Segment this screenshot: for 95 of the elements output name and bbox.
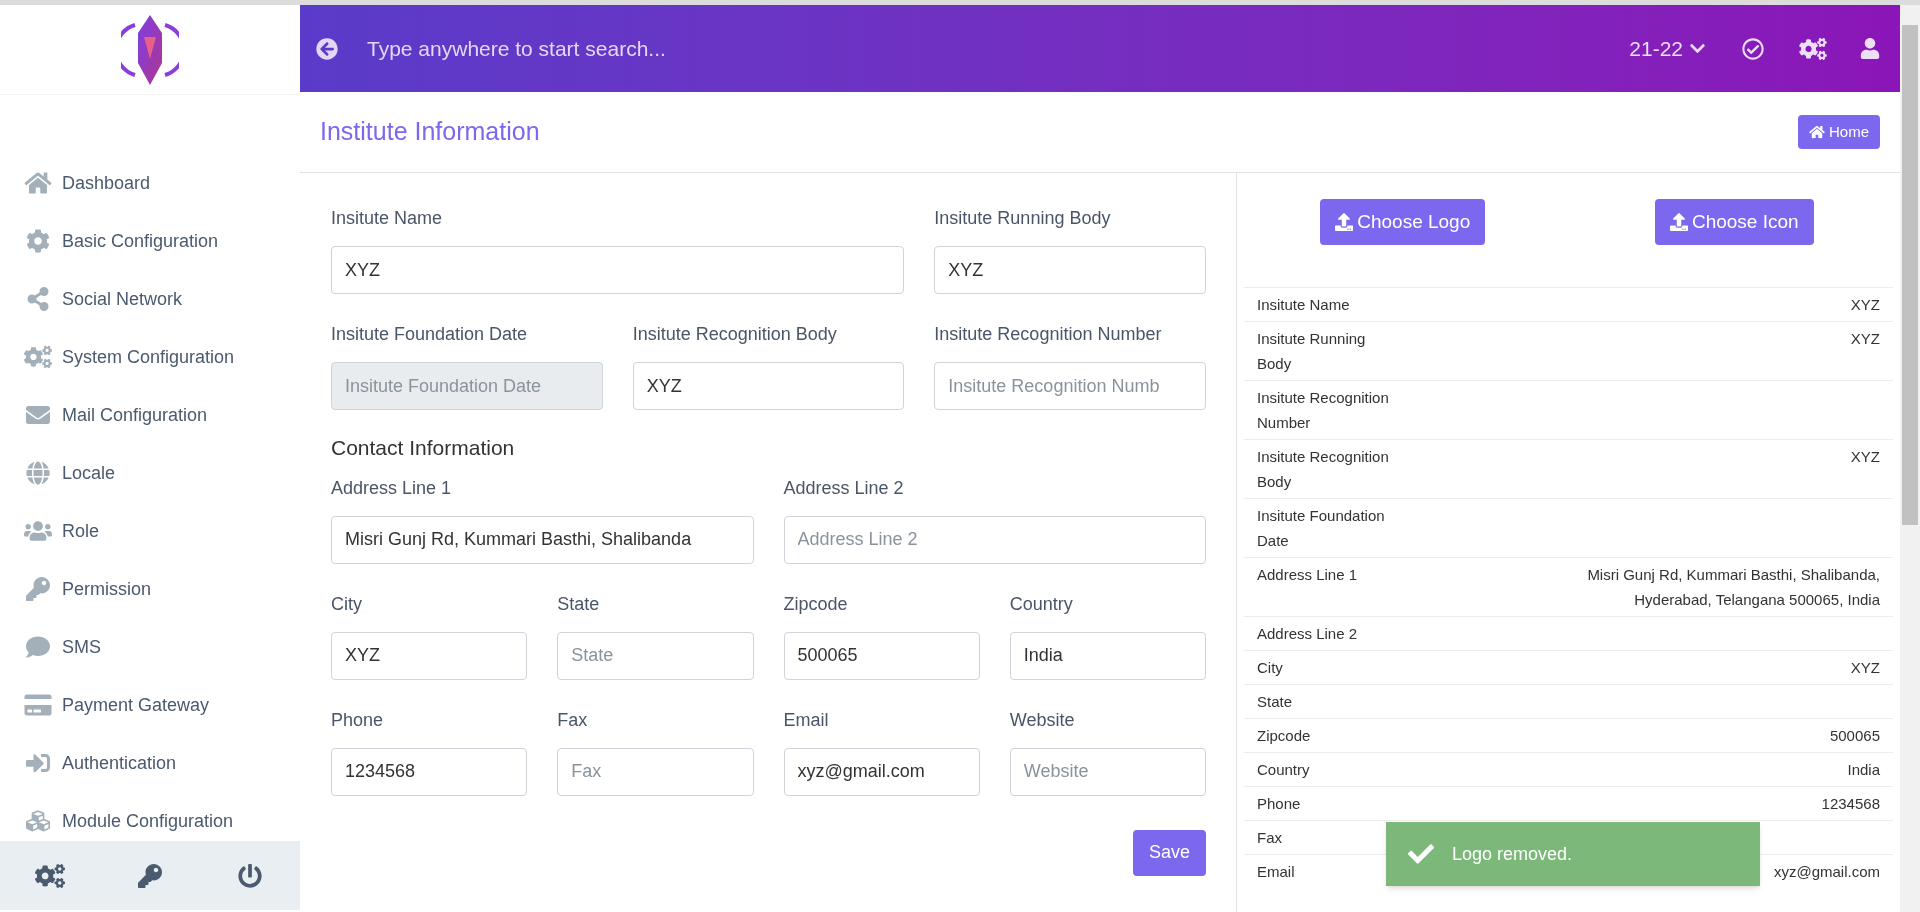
summary-label: Address Line 2 [1257,624,1359,644]
back-icon[interactable] [316,37,338,60]
save-button[interactable]: Save [1132,829,1206,876]
sidebar-item[interactable]: System Configuration [0,328,300,386]
summary-label: Fax [1257,828,1283,848]
field-label: Website [1009,708,1076,732]
input-field[interactable]: XYZ [632,362,905,410]
field-label: City [331,592,363,616]
user-icon[interactable] [1860,38,1880,59]
input-field[interactable]: India [1009,631,1206,680]
key-icon [24,577,52,601]
summary-label: City [1257,658,1284,678]
summary-label: Phone [1257,794,1302,814]
field-label: Address Line 1 [331,476,453,500]
summary-value: xyz@gmail.com [1773,862,1880,882]
search-field[interactable]: Type anywhere to start search... [367,32,1067,65]
input-field[interactable]: Insitute Recognition Numb [934,362,1206,410]
gear-icon [24,229,52,253]
summary-value: 500065 [1829,726,1880,746]
users-icon [24,519,52,543]
sign-in-icon [24,751,52,775]
field-label: Insitute Foundation Date [331,323,529,346]
home-icon [1809,125,1825,139]
settings-icon[interactable] [1799,37,1827,60]
sidebar-item[interactable]: Permission [0,560,300,618]
field-label: Insitute Name [331,207,444,230]
sidebar-item[interactable]: Locale [0,444,300,502]
summary-value: XYZ [1850,658,1880,678]
sidebar-item[interactable]: Authentication [0,734,300,792]
summary-value: XYZ [1850,295,1880,315]
input-field[interactable]: Fax [557,747,754,796]
input-field[interactable]: State [557,631,754,680]
sidebar-item[interactable]: Role [0,502,300,560]
upload-icon [1669,213,1688,231]
field-label: Address Line 2 [783,476,905,500]
input-field[interactable]: XYZ [331,246,905,294]
field-label: Zipcode [783,592,849,616]
globe-icon [24,461,52,485]
field-label: Fax [557,708,589,732]
settings-icon[interactable] [35,862,65,889]
input-field[interactable]: Misri Gunj Rd, Kummari Basthi, Shalibanda [331,515,754,564]
sidebar-item[interactable]: Module Configuration [0,792,300,841]
input-field[interactable]: XYZ [331,631,528,680]
upload-icon [1335,213,1354,231]
credit-card-icon [24,693,52,717]
summary-value: XYZ [1850,329,1880,349]
input-field[interactable]: 1234568 [331,747,528,796]
summary-label: Insitute Recognition Number [1257,388,1390,433]
home-button[interactable]: Home [1798,115,1880,149]
summary-label: Country [1257,760,1311,780]
summary-label: Insitute Name [1257,295,1351,315]
summary-label: Address Line 1 [1257,565,1359,585]
field-label: Insitute Running Body [934,207,1112,230]
check-icon [1406,841,1436,867]
cubes-icon [24,809,52,833]
upload-button[interactable]: Choose Icon [1654,199,1814,245]
scrollbar[interactable] [1900,5,1920,912]
input-field[interactable]: Address Line 2 [783,515,1206,564]
section-heading: Contact Information [331,435,516,461]
field-label: Email [783,708,830,732]
summary-value: XYZ [1850,447,1880,467]
summary-value: Misri Gunj Rd, Kummari Basthi, Shalibanda, Hyderabad, Telangana 500065, India [1586,565,1880,610]
field-label: Insitute Recognition Number [934,323,1163,346]
sidebar-item[interactable]: Mail Configuration [0,386,300,444]
envelope-icon [24,403,52,427]
summary-label: Email [1257,862,1296,882]
sidebar-item[interactable]: SMS [0,618,300,676]
input-field[interactable]: XYZ [934,246,1206,294]
field-label: State [557,592,601,616]
field-label: Country [1009,592,1074,616]
upload-button[interactable]: Choose Logo [1320,199,1486,245]
input-field[interactable]: xyz@gmail.com [783,747,980,796]
session-dropdown[interactable]: 21-22 [1629,32,1706,65]
input-field[interactable]: 500065 [783,631,980,680]
key-icon[interactable] [138,863,162,888]
summary-value: India [1847,760,1880,780]
summary-label: Insitute Running Body [1257,329,1367,374]
field-label: Phone [331,708,385,732]
sidebar-item[interactable]: Basic Configuration [0,212,300,270]
summary-value: 1234568 [1821,794,1880,814]
summary-label: Insitute Recognition Body [1257,447,1390,492]
sidebar-item[interactable]: Payment Gateway [0,676,300,734]
summary-label: Zipcode [1257,726,1312,746]
sidebar-item[interactable]: Dashboard [0,154,300,212]
gears-icon [24,345,52,369]
field-label: Insitute Recognition Body [632,323,838,346]
toast-message: Logo removed. [1452,842,1573,866]
sidebar-item[interactable]: Social Network [0,270,300,328]
home-icon [24,171,52,195]
speech-bubble-icon [24,635,52,659]
page-title: Institute Information [320,116,540,148]
power-icon[interactable] [238,863,262,888]
input-field[interactable]: Website [1009,747,1206,796]
summary-label: State [1257,692,1294,712]
summary-label: Insitute Foundation Date [1257,506,1386,551]
